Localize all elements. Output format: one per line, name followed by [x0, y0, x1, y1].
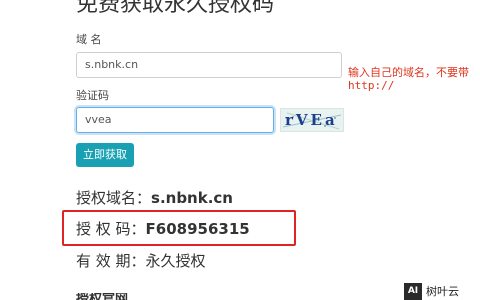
result-code-row: 授 权 码：F608956315: [76, 219, 250, 239]
page-title: 免费获取永久授权码: [76, 0, 275, 17]
captcha-text: rVEa: [285, 111, 338, 129]
captcha-label: 验证码: [76, 89, 109, 102]
domain-hint: 输入自己的域名，不要带: [348, 66, 469, 79]
result-domain-value: s.nbnk.cn: [151, 189, 233, 207]
watermark-logo-icon: AI: [404, 283, 422, 300]
domain-hint-protocol: http://: [348, 79, 395, 92]
watermark-site-name: 树叶云: [426, 285, 459, 298]
result-code-label: 授 权 码：: [76, 220, 146, 238]
get-code-button[interactable]: 立即获取: [76, 143, 134, 167]
domain-label: 域 名: [76, 33, 102, 46]
next-section-title: 授权官网: [76, 293, 128, 300]
watermark: AI 树叶云: [404, 283, 480, 300]
result-validity-row: 有 效 期：永久授权: [76, 251, 206, 271]
captcha-input[interactable]: vvea: [76, 107, 274, 133]
captcha-image[interactable]: rVEa: [280, 108, 344, 132]
result-domain-row: 授权域名：s.nbnk.cn: [76, 188, 233, 208]
domain-input[interactable]: s.nbnk.cn: [76, 52, 342, 78]
result-validity-label: 有 效 期：: [76, 252, 146, 270]
result-code-value: F608956315: [145, 220, 250, 238]
result-validity-value: 永久授权: [145, 252, 206, 270]
result-domain-label: 授权域名：: [76, 189, 152, 207]
